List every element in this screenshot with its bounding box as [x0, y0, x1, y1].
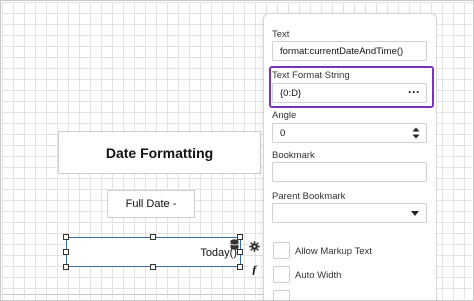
parent-bookmark-label: Parent Bookmark — [272, 191, 346, 202]
text-format-string-value: {0:D} — [280, 87, 302, 99]
full-date-label[interactable]: Full Date - — [107, 190, 195, 218]
allow-markup-text-checkbox[interactable] — [273, 242, 290, 259]
properties-panel: Text format:currentDateAndTime() Text Fo… — [263, 13, 437, 300]
auto-width-label: Auto Width — [295, 270, 342, 281]
text-label: Text — [272, 29, 290, 40]
resize-handle-top-left[interactable] — [63, 234, 69, 240]
angle-stepper[interactable]: 0 — [272, 123, 427, 143]
resize-handle-middle-right[interactable] — [237, 249, 243, 255]
resize-handle-middle-left[interactable] — [63, 249, 69, 255]
allow-markup-text-label: Allow Markup Text — [295, 246, 372, 257]
full-date-text: Full Date - — [125, 198, 177, 210]
report-title-text: Date Formatting — [105, 144, 214, 161]
resize-handle-top-center[interactable] — [150, 234, 156, 240]
resize-handle-bottom-right[interactable] — [237, 264, 243, 270]
text-format-string-field[interactable]: {0:D} ··· — [272, 83, 427, 103]
bookmark-label: Bookmark — [272, 150, 315, 161]
report-designer-window: Date Formatting Full Date - Today() ƒ Te… — [0, 0, 474, 301]
angle-label: Angle — [272, 110, 297, 121]
band-divider — [2, 294, 264, 295]
chevron-down-icon[interactable] — [411, 211, 419, 216]
angle-value: 0 — [280, 127, 286, 139]
report-title-label[interactable]: Date Formatting — [58, 131, 261, 174]
bookmark-field[interactable] — [272, 162, 427, 182]
auto-width-checkbox[interactable] — [273, 266, 290, 283]
text-field-value: format:currentDateAndTime() — [280, 45, 404, 57]
text-field[interactable]: format:currentDateAndTime() — [272, 41, 427, 61]
gear-icon[interactable] — [248, 240, 261, 253]
resize-handle-bottom-left[interactable] — [63, 264, 69, 270]
text-format-string-label: Text Format String — [272, 70, 350, 81]
function-icon[interactable]: ƒ — [248, 262, 261, 276]
next-option-checkbox[interactable] — [273, 290, 290, 300]
spin-arrows-icon[interactable] — [412, 126, 420, 140]
selected-date-textbox[interactable]: Today() — [66, 237, 241, 267]
resize-handle-bottom-center[interactable] — [150, 264, 156, 270]
resize-handle-top-right[interactable] — [237, 234, 243, 240]
browse-button[interactable]: ··· — [408, 86, 420, 98]
parent-bookmark-select[interactable] — [272, 203, 427, 223]
